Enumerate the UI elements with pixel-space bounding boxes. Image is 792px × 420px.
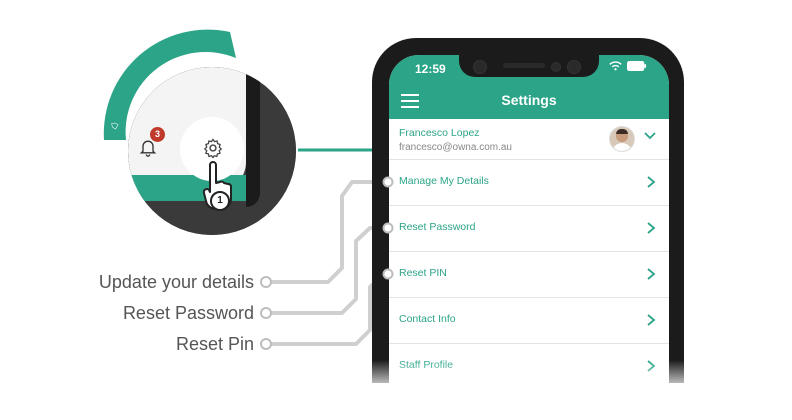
chevron-right-icon bbox=[647, 314, 656, 326]
illustration-stage: Update your details Reset Password Reset… bbox=[0, 0, 792, 420]
chevron-right-icon bbox=[647, 360, 656, 372]
menu-item-contact-info[interactable]: Contact Info bbox=[389, 297, 669, 344]
app-bar: Settings bbox=[389, 83, 669, 119]
notification-count-badge: 3 bbox=[150, 127, 165, 142]
status-icons bbox=[609, 61, 647, 71]
menu-item-staff-profile[interactable]: Staff Profile bbox=[389, 343, 669, 383]
battery-icon bbox=[627, 61, 647, 71]
phone-notch bbox=[459, 55, 599, 77]
callout-reset-pin: Reset Pin bbox=[175, 334, 254, 354]
avatar bbox=[609, 126, 635, 152]
chevron-down-icon[interactable] bbox=[643, 129, 657, 143]
profile-row[interactable]: Francesco Lopez francesco@owna.com.au bbox=[389, 119, 669, 160]
callout-reset-password: Reset Password bbox=[122, 303, 254, 323]
status-time: 12:59 bbox=[415, 62, 446, 76]
step-number-badge: 1 bbox=[210, 191, 230, 211]
page-title: Settings bbox=[501, 92, 557, 108]
zoom-circle: 3 1 bbox=[128, 67, 296, 235]
menu-item-label: Contact Info bbox=[399, 313, 456, 325]
wifi-icon bbox=[609, 61, 622, 71]
step-number: 1 bbox=[217, 195, 223, 206]
notification-count: 3 bbox=[154, 129, 160, 139]
chevron-right-icon bbox=[647, 268, 656, 280]
gear-icon bbox=[204, 138, 222, 159]
callout-update-details: Update your details bbox=[98, 272, 254, 292]
profile-name: Francesco Lopez bbox=[399, 127, 480, 139]
chevron-right-icon bbox=[647, 176, 656, 188]
menu-item-reset-pin[interactable]: Reset PIN bbox=[389, 251, 669, 298]
menu-item-reset-password[interactable]: Reset Password bbox=[389, 205, 669, 252]
phone-screen: 12:59 Settings Francesco Lopez francesco… bbox=[389, 55, 669, 383]
chevron-right-icon bbox=[647, 222, 656, 234]
menu-item-manage-details[interactable]: Manage My Details bbox=[389, 159, 669, 206]
menu-item-label: Manage My Details bbox=[399, 175, 489, 187]
status-bar: 12:59 bbox=[389, 55, 669, 83]
menu-item-label: Reset Password bbox=[399, 221, 476, 233]
menu-item-label: Reset PIN bbox=[399, 267, 447, 279]
menu-item-label: Staff Profile bbox=[399, 359, 454, 371]
phone-frame: 12:59 Settings Francesco Lopez francesco… bbox=[372, 38, 684, 383]
profile-email: francesco@owna.com.au bbox=[399, 142, 512, 153]
